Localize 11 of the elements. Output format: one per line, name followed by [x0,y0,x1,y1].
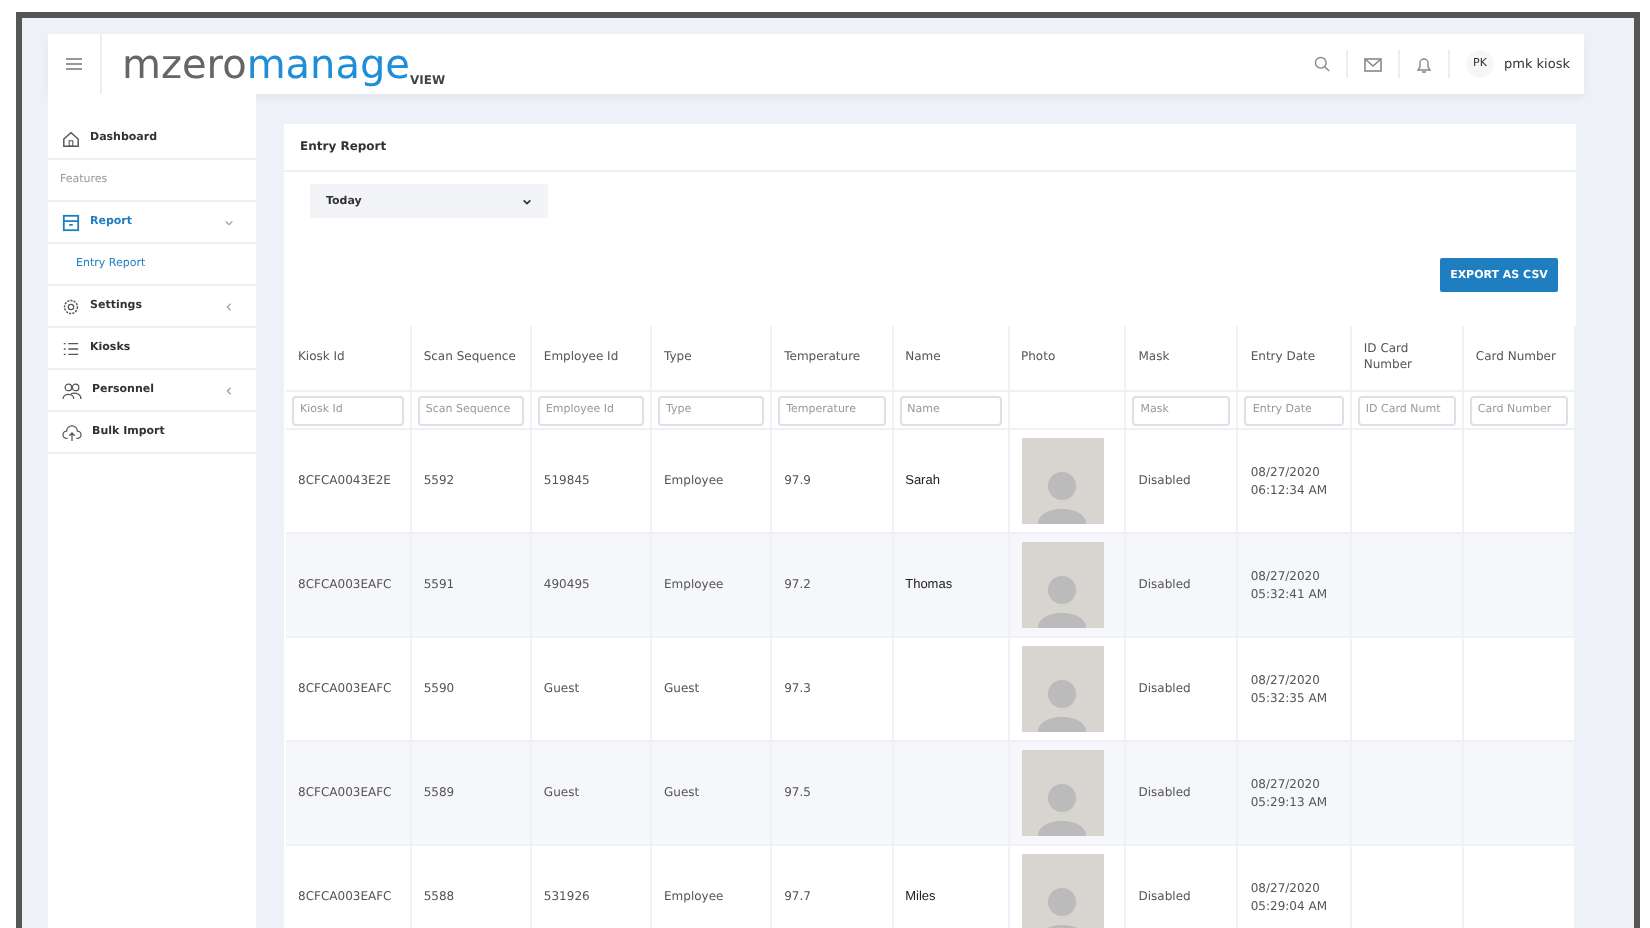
caret-icon [522,197,532,205]
archive-icon [62,213,80,231]
settings-icon [62,297,80,315]
home-icon [62,129,80,147]
people-icon [62,381,82,399]
bell-icon [1416,55,1432,73]
envelope-icon [1364,57,1382,71]
cloud-upload-icon [62,423,82,441]
menu-icon [66,58,82,70]
search-icon [1314,56,1330,72]
list-icon [62,339,80,357]
